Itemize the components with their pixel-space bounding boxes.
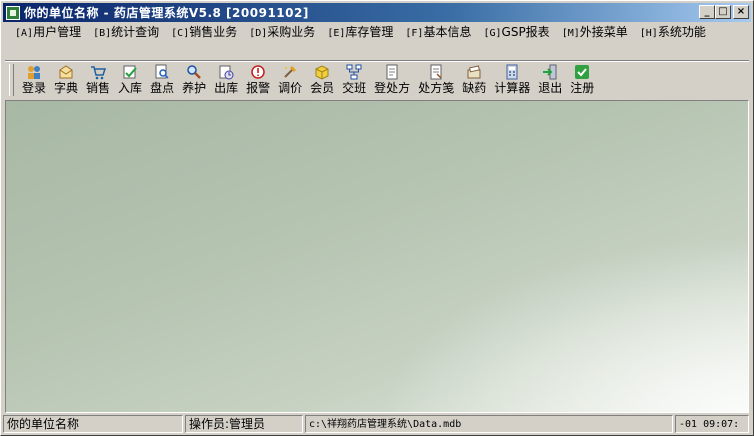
alarm-icon <box>249 63 267 80</box>
menu-system-functions[interactable]: [H]系统功能 <box>634 23 712 41</box>
magnifier-icon <box>185 63 203 80</box>
minimize-button[interactable]: _ <box>699 5 715 19</box>
alarm-button[interactable]: 报警 <box>242 63 274 97</box>
menu-external[interactable]: [M]外接菜单 <box>556 23 634 41</box>
toolbar: 登录 字典 销售 入库 盘点 养护 出库 报警 调价 会员 交班 登处方 处方笺… <box>7 63 747 99</box>
stock-in-button[interactable]: 入库 <box>114 63 146 97</box>
menu-purchase-business[interactable]: [D]采购业务 <box>243 23 321 41</box>
app-icon[interactable] <box>6 5 20 20</box>
maximize-icon: □ <box>718 6 728 17</box>
minimize-icon: _ <box>704 6 710 17</box>
close-button[interactable]: × <box>733 5 749 19</box>
prescription-register-icon <box>383 63 401 80</box>
exit-icon <box>541 63 559 80</box>
cart-icon <box>89 63 107 80</box>
inventory-check-icon <box>153 63 171 80</box>
mdi-client-area[interactable] <box>5 100 749 413</box>
menu-basic-info[interactable]: [F]基本信息 <box>399 23 477 41</box>
register-button[interactable]: 注册 <box>566 63 598 97</box>
maximize-button[interactable]: □ <box>715 5 731 19</box>
toolbar-grip[interactable] <box>9 64 14 96</box>
status-datetime: -01 09:07: <box>675 415 749 433</box>
prescription-note-icon <box>427 63 445 80</box>
close-icon: × <box>736 6 746 17</box>
menu-gsp-report[interactable]: [G]GSP报表 <box>477 23 555 41</box>
window-controls: _ □ × <box>699 5 749 19</box>
calculator-icon <box>503 63 521 80</box>
status-database-path: c:\祥翔药店管理系统\Data.mdb <box>305 415 673 433</box>
menu-statistics-query[interactable]: [B]统计查询 <box>87 23 165 41</box>
stock-out-button[interactable]: 出库 <box>210 63 242 97</box>
dictionary-button[interactable]: 字典 <box>50 63 82 97</box>
menu-sales-business[interactable]: [C]销售业务 <box>165 23 243 41</box>
menu-bar: [A]用户管理 [B]统计查询 [C]销售业务 [D]采购业务 [E]库存管理 … <box>9 23 749 59</box>
login-button[interactable]: 登录 <box>18 63 50 97</box>
status-bar: 你的单位名称 操作员:管理员 c:\祥翔药店管理系统\Data.mdb -01 … <box>3 415 753 433</box>
calculator-button[interactable]: 计算器 <box>490 63 534 97</box>
shortage-button[interactable]: 缺药 <box>458 63 490 97</box>
shift-handover-icon <box>345 63 363 80</box>
app-window: 你的单位名称 - 药店管理系统V5.8 [20091102] _ □ × [A]… <box>0 0 754 436</box>
toolbar-separator <box>5 60 749 62</box>
price-adjust-button[interactable]: 调价 <box>274 63 306 97</box>
inventory-check-button[interactable]: 盘点 <box>146 63 178 97</box>
dictionary-icon <box>57 63 75 80</box>
shift-handover-button[interactable]: 交班 <box>338 63 370 97</box>
menu-inventory-management[interactable]: [E]库存管理 <box>321 23 399 41</box>
prescription-note-button[interactable]: 处方笺 <box>414 63 458 97</box>
exit-button[interactable]: 退出 <box>534 63 566 97</box>
price-adjust-icon <box>281 63 299 80</box>
status-operator: 操作员:管理员 <box>185 415 303 433</box>
stock-out-icon <box>217 63 235 80</box>
maintenance-button[interactable]: 养护 <box>178 63 210 97</box>
window-title: 你的单位名称 - 药店管理系统V5.8 [20091102] <box>24 6 309 20</box>
title-bar[interactable]: 你的单位名称 - 药店管理系统V5.8 [20091102] _ □ × <box>3 3 751 22</box>
prescription-register-button[interactable]: 登处方 <box>370 63 414 97</box>
member-button[interactable]: 会员 <box>306 63 338 97</box>
shortage-icon <box>465 63 483 80</box>
stock-in-icon <box>121 63 139 80</box>
menu-user-management[interactable]: [A]用户管理 <box>9 23 87 41</box>
status-company: 你的单位名称 <box>3 415 183 433</box>
register-icon <box>573 63 591 80</box>
sales-button[interactable]: 销售 <box>82 63 114 97</box>
member-icon <box>313 63 331 80</box>
login-icon <box>25 63 43 80</box>
